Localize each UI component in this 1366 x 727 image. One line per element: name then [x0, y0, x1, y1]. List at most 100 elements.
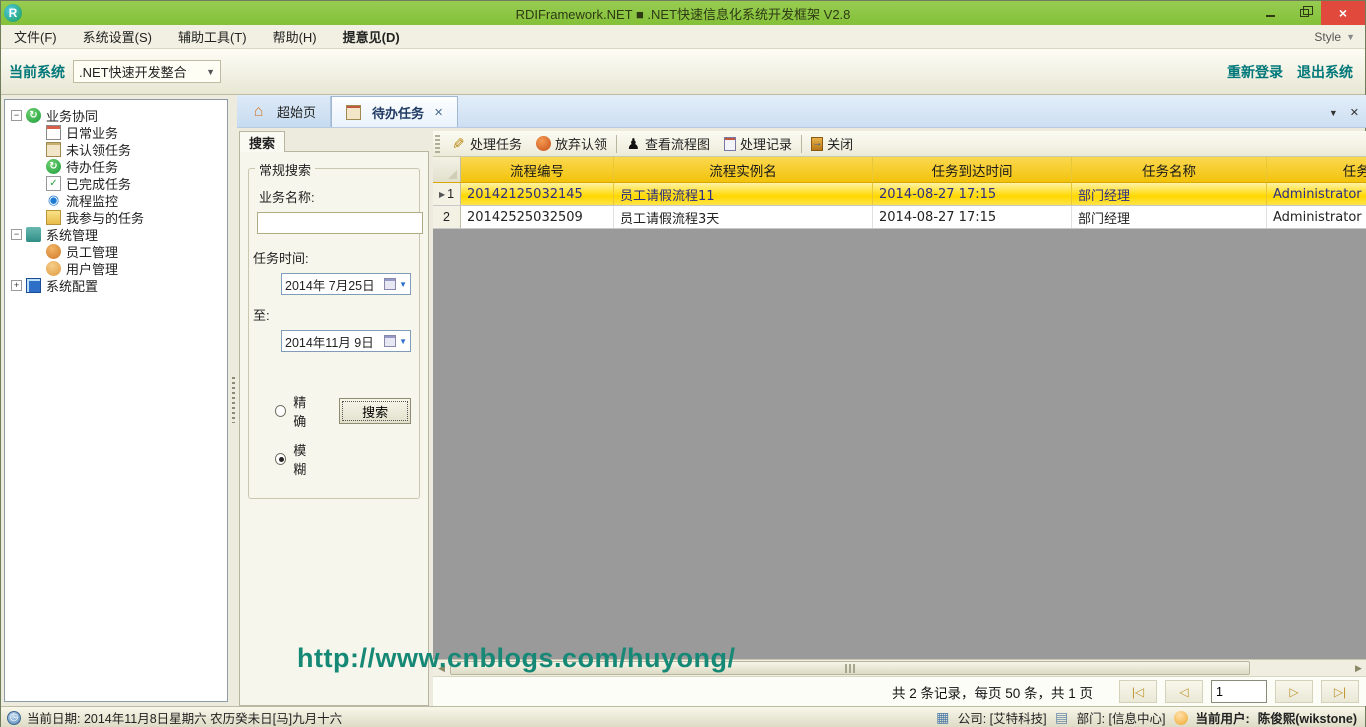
- toolbar-separator: [616, 135, 617, 153]
- horizontal-scrollbar[interactable]: ◀ ▶: [433, 659, 1366, 676]
- chevron-down-icon: ▼: [399, 280, 407, 289]
- monitor-icon: [26, 278, 41, 293]
- scroll-right-icon[interactable]: ▶: [1350, 660, 1366, 676]
- toolbar-button-handle-record[interactable]: 处理记录: [717, 133, 799, 155]
- tab-start-page[interactable]: 超始页: [237, 96, 331, 127]
- scroll-left-icon[interactable]: ◀: [433, 660, 450, 676]
- radio-exact-label: 精确: [293, 392, 317, 430]
- scrollbar-thumb[interactable]: [450, 661, 1250, 675]
- column-header[interactable]: 任务名称: [1072, 157, 1267, 182]
- menu-item[interactable]: 辅助工具(T): [165, 25, 260, 48]
- tree-item-todo-tasks[interactable]: 待办任务: [31, 158, 227, 174]
- tree-item-user-mgmt[interactable]: 用户管理: [31, 260, 227, 276]
- toolbar-button-view-flowchart[interactable]: 查看流程图: [619, 133, 717, 155]
- table-cell: 2014-08-27 17:15: [873, 183, 1072, 205]
- tree-item-my-tasks[interactable]: 我参与的任务: [31, 209, 227, 225]
- toolbar-separator: [801, 135, 802, 153]
- relogin-link[interactable]: 重新登录: [1227, 62, 1283, 82]
- tabstrip-close-icon[interactable]: ✕: [1350, 106, 1359, 119]
- tree-item-completed-tasks[interactable]: 已完成任务: [31, 175, 227, 191]
- tree-item-system-mgmt[interactable]: − 系统管理: [11, 226, 227, 242]
- table-row[interactable]: 2 20142525032509员工请假流程3天2014-08-27 17:15…: [433, 206, 1366, 229]
- current-user-label: 当前用户:: [1196, 708, 1250, 727]
- column-header[interactable]: 流程编号: [461, 157, 614, 182]
- toolbar-button-abandon-claim[interactable]: 放弃认领: [529, 133, 614, 155]
- general-search-group: 常规搜索 业务名称: 任务时间: 2014年 7月25日 ▼ 至:: [248, 168, 420, 499]
- business-name-label: 业务名称:: [259, 187, 411, 206]
- toolbar-item-label: 关闭: [827, 134, 853, 153]
- radio-exact-icon: [275, 405, 286, 417]
- table-row[interactable]: 1 20142125032145员工请假流程112014-08-27 17:15…: [433, 183, 1366, 206]
- toolbar-button-handle-task[interactable]: 处理任务: [444, 133, 529, 155]
- close-button[interactable]: ×: [1321, 1, 1365, 25]
- radio-exact[interactable]: 精确: [275, 392, 317, 430]
- exit-system-link[interactable]: 退出系统: [1297, 62, 1353, 82]
- tree-item-business-collab[interactable]: − 业务协同: [11, 107, 227, 123]
- column-header[interactable]: 任务到达时间: [873, 157, 1072, 182]
- group-title: 常规搜索: [255, 160, 315, 179]
- current-system-label: 当前系统: [9, 62, 65, 82]
- style-label: Style: [1314, 30, 1341, 44]
- radio-fuzzy[interactable]: 模糊: [275, 440, 317, 478]
- column-header[interactable]: 任务提交人: [1267, 157, 1366, 182]
- current-user-name: 陈俊熙(wikstone): [1258, 708, 1357, 727]
- date-to-picker[interactable]: 2014年11月 9日 ▼: [281, 330, 411, 352]
- tab-label: 待办任务: [372, 103, 424, 122]
- task-time-label: 任务时间:: [253, 248, 411, 267]
- tree-expander[interactable]: −: [11, 110, 22, 121]
- style-selector[interactable]: Style ▼: [1314, 30, 1355, 44]
- tree-item-employee-mgmt[interactable]: 员工管理: [31, 243, 227, 259]
- page-number-input[interactable]: [1211, 680, 1267, 703]
- business-name-input[interactable]: [257, 212, 423, 234]
- menu-item[interactable]: 帮助(H): [260, 25, 330, 48]
- toolbar-item-label: 处理任务: [470, 134, 522, 153]
- search-button[interactable]: 搜索: [339, 398, 411, 424]
- thumb-grip-icon: [845, 664, 855, 673]
- toolbar-button-close[interactable]: 关闭: [804, 133, 860, 155]
- search-tab[interactable]: 搜索: [239, 131, 285, 152]
- toolbar-item-label: 放弃认领: [555, 134, 607, 153]
- menu-item[interactable]: 系统设置(S): [70, 25, 165, 48]
- tab-todo-tasks[interactable]: 待办任务 ✕: [331, 96, 458, 127]
- last-page-button[interactable]: ▷|: [1321, 680, 1359, 703]
- tree-item-system-config[interactable]: + 系统配置: [11, 277, 227, 293]
- abandon-icon: [536, 136, 551, 151]
- task-grid-area: 处理任务 放弃认领 查看流程图 处理记录 关闭: [433, 131, 1366, 706]
- tree-expander[interactable]: +: [11, 280, 22, 291]
- table-cell: 部门经理: [1072, 183, 1267, 205]
- eye-icon: [46, 193, 61, 208]
- tree-item-daily-business[interactable]: 日常业务: [31, 124, 227, 140]
- menu-item[interactable]: 文件(F): [1, 25, 70, 48]
- tree-item-process-monitor[interactable]: 流程监控: [31, 192, 227, 208]
- chevron-down-icon: ▼: [206, 67, 215, 77]
- folder-icon: [46, 210, 61, 225]
- tab-list-dropdown-icon[interactable]: ▼: [1329, 108, 1338, 118]
- title-bar: R RDIFramework.NET ■ .NET快速信息化系统开发框架 V2.…: [1, 1, 1365, 25]
- sync-icon: [46, 159, 61, 174]
- menu-item[interactable]: 提意见(D): [330, 25, 413, 48]
- column-header[interactable]: 流程实例名: [614, 157, 873, 182]
- radio-fuzzy-label: 模糊: [293, 440, 317, 478]
- date-from-picker[interactable]: 2014年 7月25日 ▼: [281, 273, 411, 295]
- table-cell: 20142125032145: [461, 183, 614, 205]
- scrollbar-track[interactable]: [1250, 660, 1350, 676]
- minimize-button[interactable]: [1253, 1, 1287, 25]
- user-icon: [1174, 711, 1188, 725]
- system-combobox[interactable]: .NET快速开发整合 ▼: [73, 60, 221, 83]
- chevron-down-icon: ▼: [1346, 32, 1355, 42]
- services-icon: [26, 227, 41, 242]
- select-all-corner[interactable]: [433, 157, 461, 182]
- tree-splitter[interactable]: [229, 99, 237, 702]
- calendar-icon: [46, 125, 61, 140]
- tab-close-icon[interactable]: ✕: [434, 106, 443, 119]
- prev-page-button[interactable]: ◁: [1165, 680, 1203, 703]
- restore-button[interactable]: [1287, 1, 1321, 25]
- tree-expander[interactable]: −: [11, 229, 22, 240]
- edit-icon: [451, 136, 466, 151]
- date-to-value: 2014年11月 9日: [285, 332, 374, 351]
- table-cell: Administrator: [1267, 183, 1366, 205]
- first-page-button[interactable]: |◁: [1119, 680, 1157, 703]
- department-text: 部门: [信息中心]: [1077, 708, 1166, 727]
- next-page-button[interactable]: ▷: [1275, 680, 1313, 703]
- tree-item-unclaimed-tasks[interactable]: 未认领任务: [31, 141, 227, 157]
